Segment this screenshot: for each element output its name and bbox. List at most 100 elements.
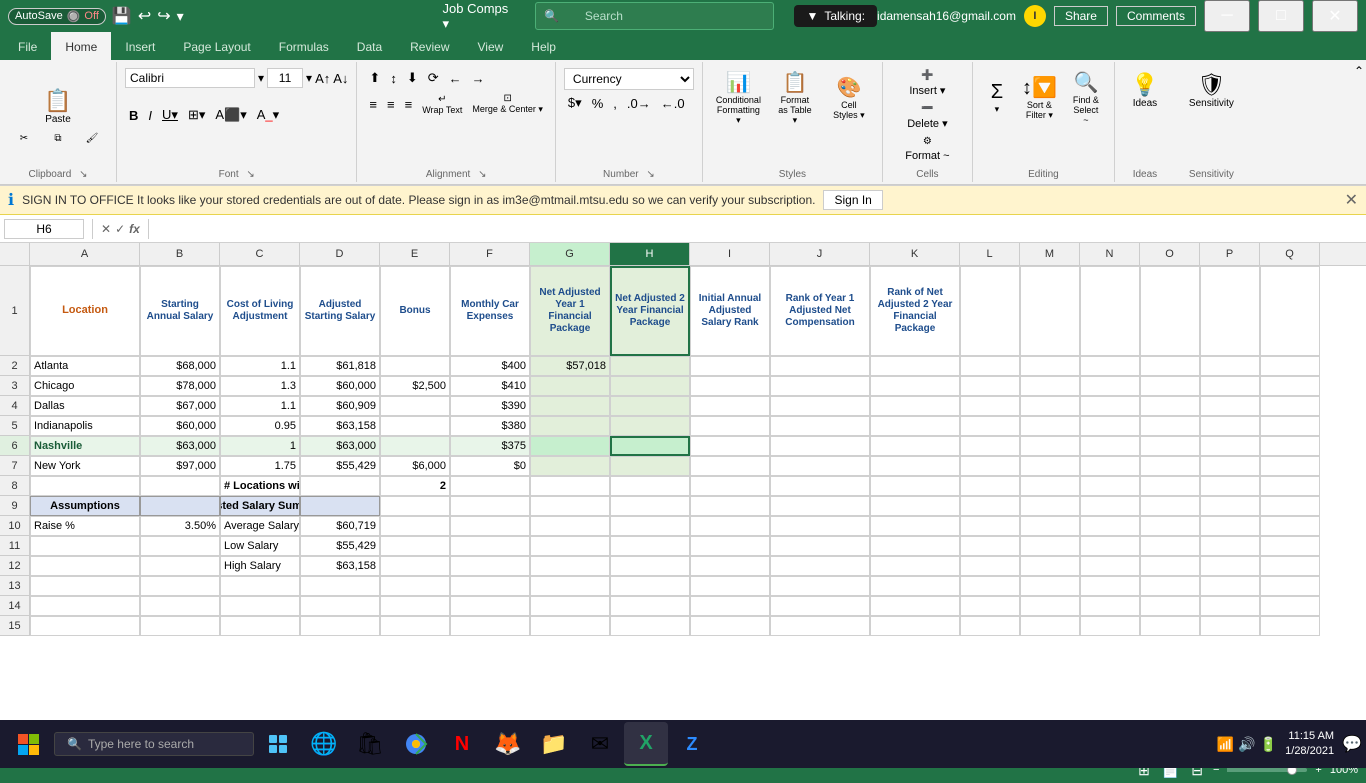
cell-q12[interactable] (1260, 556, 1320, 576)
battery-icon[interactable]: 🔋 (1260, 736, 1277, 753)
cell-l2[interactable] (960, 356, 1020, 376)
cell-b5[interactable]: $60,000 (140, 416, 220, 436)
cell-o1[interactable] (1140, 266, 1200, 356)
cell-j2[interactable] (770, 356, 870, 376)
align-middle-button[interactable]: ↕ (386, 69, 401, 88)
row-header-14[interactable]: 14 (0, 596, 29, 616)
cell-m3[interactable] (1020, 376, 1080, 396)
percent-button[interactable]: % (588, 94, 608, 113)
cell-d3[interactable]: $60,000 (300, 376, 380, 396)
cell-n13[interactable] (1080, 576, 1140, 596)
cell-d13[interactable] (300, 576, 380, 596)
cell-n10[interactable] (1080, 516, 1140, 536)
cell-o3[interactable] (1140, 376, 1200, 396)
cell-j10[interactable] (770, 516, 870, 536)
cell-a3[interactable]: Chicago (30, 376, 140, 396)
cut-button[interactable]: ✂ (8, 131, 40, 146)
cell-c6[interactable]: 1 (220, 436, 300, 456)
cell-m12[interactable] (1020, 556, 1080, 576)
cell-e14[interactable] (380, 596, 450, 616)
cell-b1[interactable]: Starting Annual Salary (140, 266, 220, 356)
cell-m1[interactable] (1020, 266, 1080, 356)
cell-a12[interactable] (30, 556, 140, 576)
cell-j12[interactable] (770, 556, 870, 576)
cell-b3[interactable]: $78,000 (140, 376, 220, 396)
cell-l12[interactable] (960, 556, 1020, 576)
cell-k15[interactable] (870, 616, 960, 636)
cell-d4[interactable]: $60,909 (300, 396, 380, 416)
notification-button[interactable]: 💬 (1342, 734, 1362, 754)
cell-m6[interactable] (1020, 436, 1080, 456)
cell-e1[interactable]: Bonus (380, 266, 450, 356)
border-button[interactable]: ⊞▾ (184, 105, 209, 125)
cell-b10[interactable]: 3.50% (140, 516, 220, 536)
cell-c8[interactable]: # Locations with Bonus (220, 476, 300, 496)
decrease-decimal-button[interactable]: ←.0 (657, 94, 689, 113)
cell-f3[interactable]: $410 (450, 376, 530, 396)
comma-button[interactable]: , (609, 94, 621, 113)
cell-g15[interactable] (530, 616, 610, 636)
cell-o12[interactable] (1140, 556, 1200, 576)
cell-j7[interactable] (770, 456, 870, 476)
cell-d5[interactable]: $63,158 (300, 416, 380, 436)
row-header-1[interactable]: 1 (0, 266, 29, 356)
zoom-button[interactable]: Z (670, 722, 714, 766)
cell-a15[interactable] (30, 616, 140, 636)
align-right-button[interactable]: ≡ (401, 95, 417, 114)
comments-button[interactable]: Comments (1116, 6, 1196, 26)
cell-k5[interactable] (870, 416, 960, 436)
font-name-input[interactable] (125, 68, 255, 88)
tab-formulas[interactable]: Formulas (265, 32, 343, 60)
text-direction-button[interactable]: ⟳ (424, 68, 443, 88)
bold-button[interactable]: B (125, 106, 142, 125)
cell-l3[interactable] (960, 376, 1020, 396)
col-header-j[interactable]: J (770, 243, 870, 265)
cell-m8[interactable] (1020, 476, 1080, 496)
row-header-6[interactable]: 6 (0, 436, 29, 456)
cell-f12[interactable] (450, 556, 530, 576)
cell-j3[interactable] (770, 376, 870, 396)
cell-q2[interactable] (1260, 356, 1320, 376)
tab-file[interactable]: File (4, 32, 51, 60)
cell-g14[interactable] (530, 596, 610, 616)
cell-g1[interactable]: Net Adjusted Year 1 Financial Package (530, 266, 610, 356)
cell-m15[interactable] (1020, 616, 1080, 636)
cell-m4[interactable] (1020, 396, 1080, 416)
cell-f14[interactable] (450, 596, 530, 616)
search-input[interactable] (565, 6, 766, 26)
cell-i6[interactable] (690, 436, 770, 456)
cell-l1[interactable] (960, 266, 1020, 356)
cell-i3[interactable] (690, 376, 770, 396)
decrease-font-button[interactable]: A↓ (333, 71, 348, 86)
cell-o6[interactable] (1140, 436, 1200, 456)
align-left-button[interactable]: ≡ (365, 95, 381, 114)
cell-a9[interactable]: Assumptions (30, 496, 140, 516)
cell-i11[interactable] (690, 536, 770, 556)
cell-g10[interactable] (530, 516, 610, 536)
underline-button[interactable]: U▾ (158, 105, 182, 125)
cell-c2[interactable]: 1.1 (220, 356, 300, 376)
cell-o5[interactable] (1140, 416, 1200, 436)
cell-a8[interactable] (30, 476, 140, 496)
cell-m2[interactable] (1020, 356, 1080, 376)
cell-p14[interactable] (1200, 596, 1260, 616)
cell-f5[interactable]: $380 (450, 416, 530, 436)
cell-j15[interactable] (770, 616, 870, 636)
cell-q13[interactable] (1260, 576, 1320, 596)
cell-p5[interactable] (1200, 416, 1260, 436)
cell-e6[interactable] (380, 436, 450, 456)
save-icon[interactable]: 💾 (112, 6, 132, 26)
corner-cell[interactable] (0, 243, 30, 265)
cell-h13[interactable] (610, 576, 690, 596)
cell-d7[interactable]: $55,429 (300, 456, 380, 476)
more-icon[interactable]: ▾ (177, 8, 184, 25)
cell-m9[interactable] (1020, 496, 1080, 516)
cell-f6[interactable]: $375 (450, 436, 530, 456)
wrap-text-button[interactable]: ↵ Wrap Text (418, 92, 466, 117)
cell-i7[interactable] (690, 456, 770, 476)
cell-k14[interactable] (870, 596, 960, 616)
cell-q14[interactable] (1260, 596, 1320, 616)
cell-c9[interactable]: Adjusted Salary Summary (220, 496, 300, 516)
cell-n6[interactable] (1080, 436, 1140, 456)
cell-a6[interactable]: Nashville (30, 436, 140, 456)
